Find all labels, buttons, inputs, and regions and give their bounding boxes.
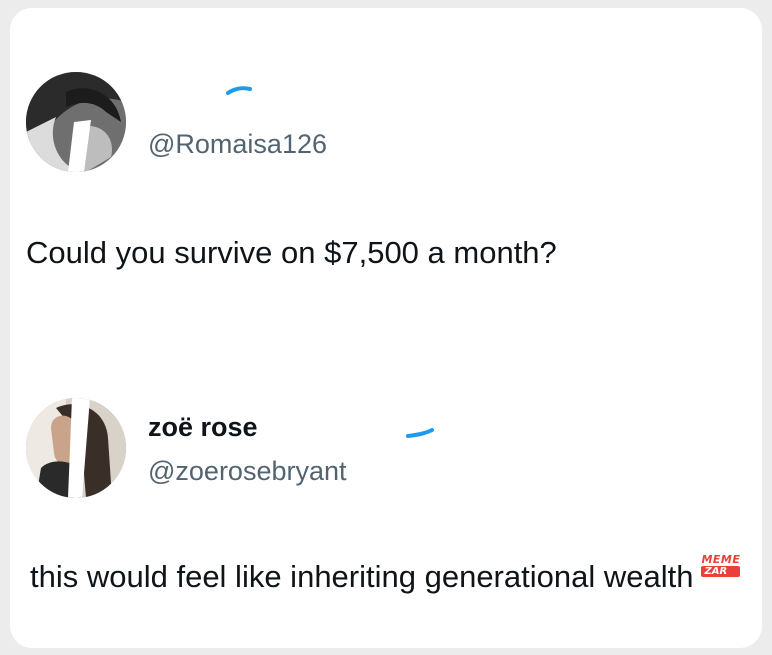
avatar-romaisa[interactable] (26, 72, 126, 172)
avatar-zoerose[interactable] (26, 398, 126, 498)
reply-text-content: this would feel like inheriting generati… (30, 559, 694, 594)
verified-badge-icon (226, 86, 252, 95)
reply-handle[interactable]: @zoerosebryant (148, 456, 347, 487)
tweet-text: Could you survive on $7,500 a month? (26, 235, 557, 270)
reply-display-name[interactable]: zoë rose (148, 412, 258, 443)
watermark-line1: MEME (701, 553, 741, 566)
reply-text: this would feel like inheriting generati… (30, 553, 750, 598)
memezar-watermark: MEME ZAR (701, 553, 741, 577)
verified-badge-icon (406, 428, 434, 438)
tweet-card: @Romaisa126 Could you survive on $7,500 … (10, 8, 762, 648)
watermark-line2: ZAR (701, 566, 741, 577)
tweet-handle[interactable]: @Romaisa126 (148, 129, 327, 160)
